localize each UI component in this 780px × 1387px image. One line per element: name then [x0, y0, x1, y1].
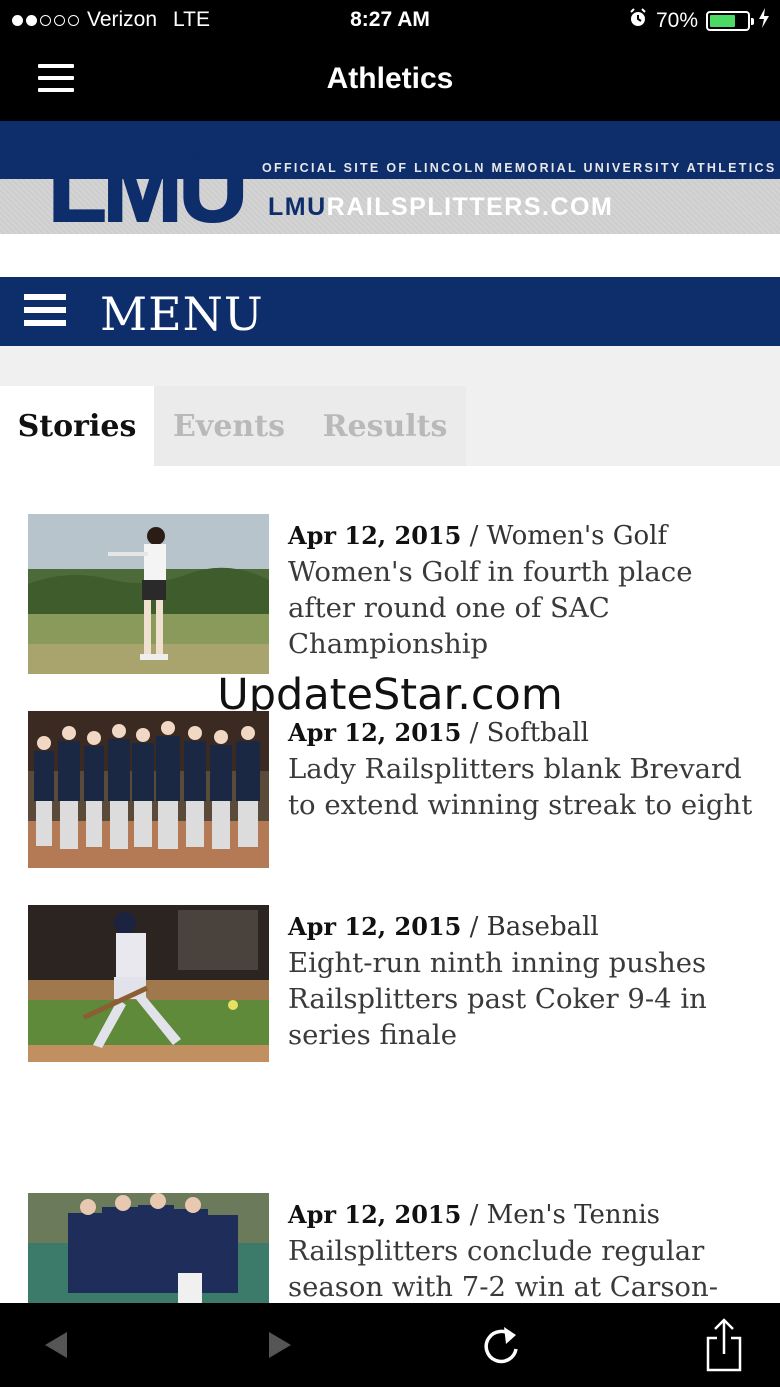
- story-thumbnail: [28, 905, 269, 1062]
- story-date: Apr 12, 2015: [288, 912, 462, 941]
- banner-url-prefix: LMU: [268, 193, 327, 221]
- story-separator: /: [461, 718, 487, 748]
- story-item[interactable]: Apr 12, 2015 / Baseball Eight-run ninth …: [28, 905, 758, 1062]
- browser-toolbar: [0, 1303, 780, 1387]
- menu-button[interactable]: MENU: [0, 277, 780, 346]
- story-title: Women's Golf in fourth place after round…: [288, 556, 693, 660]
- story-item[interactable]: Apr 12, 2015 / Men's Tennis Railsplitter…: [28, 1193, 758, 1303]
- reload-icon[interactable]: [462, 1303, 542, 1387]
- forward-arrow-icon[interactable]: [240, 1303, 320, 1387]
- story-separator: /: [461, 521, 487, 551]
- story-sport: Women's Golf: [486, 521, 668, 551]
- story-separator: /: [461, 1200, 487, 1230]
- story-date: Apr 12, 2015: [288, 521, 462, 550]
- page-title: Athletics: [326, 62, 454, 95]
- alarm-icon: [628, 8, 648, 34]
- banner-url: LMURAILSPLITTERS.COM: [268, 193, 613, 222]
- story-title: Lady Railsplitters blank Brevard to exte…: [288, 753, 753, 821]
- tab-results[interactable]: Results: [304, 386, 466, 466]
- battery-icon: [706, 11, 754, 31]
- lmu-logo: LMU: [47, 135, 249, 235]
- banner-url-suffix: RAILSPLITTERS.COM: [326, 193, 614, 221]
- story-sport: Softball: [486, 718, 589, 748]
- tab-bar: Stories Events Results: [0, 346, 780, 466]
- story-item[interactable]: Apr 12, 2015 / Softball Lady Railsplitte…: [28, 711, 758, 868]
- tab-events[interactable]: Events: [154, 386, 304, 466]
- share-icon[interactable]: [684, 1303, 764, 1387]
- tab-stories[interactable]: Stories: [0, 386, 154, 466]
- battery-percent: 70%: [655, 9, 698, 32]
- menu-icon: [24, 294, 66, 330]
- story-date: Apr 12, 2015: [288, 718, 462, 747]
- charging-icon: [758, 8, 770, 34]
- story-sport: Men's Tennis: [486, 1200, 660, 1230]
- nav-bar: Athletics: [0, 40, 780, 121]
- back-arrow-icon[interactable]: [16, 1303, 96, 1387]
- story-date: Apr 12, 2015: [288, 1200, 462, 1229]
- story-item[interactable]: Apr 12, 2015 / Women's Golf Women's Golf…: [28, 514, 758, 674]
- story-title: Railsplitters conclude regular season wi…: [288, 1235, 718, 1303]
- banner-tagline: OFFICIAL SITE OF LINCOLN MEMORIAL UNIVER…: [262, 161, 777, 175]
- site-banner[interactable]: LMU OFFICIAL SITE OF LINCOLN MEMORIAL UN…: [0, 121, 780, 234]
- status-bar: Verizon LTE 8:27 AM 70%: [0, 0, 780, 40]
- story-thumbnail: [28, 711, 269, 868]
- story-title: Eight-run ninth inning pushes Railsplitt…: [288, 947, 707, 1051]
- menu-label: MENU: [100, 287, 264, 341]
- story-thumbnail: [28, 514, 269, 674]
- story-thumbnail: [28, 1193, 269, 1303]
- story-separator: /: [461, 912, 487, 942]
- story-sport: Baseball: [486, 912, 599, 942]
